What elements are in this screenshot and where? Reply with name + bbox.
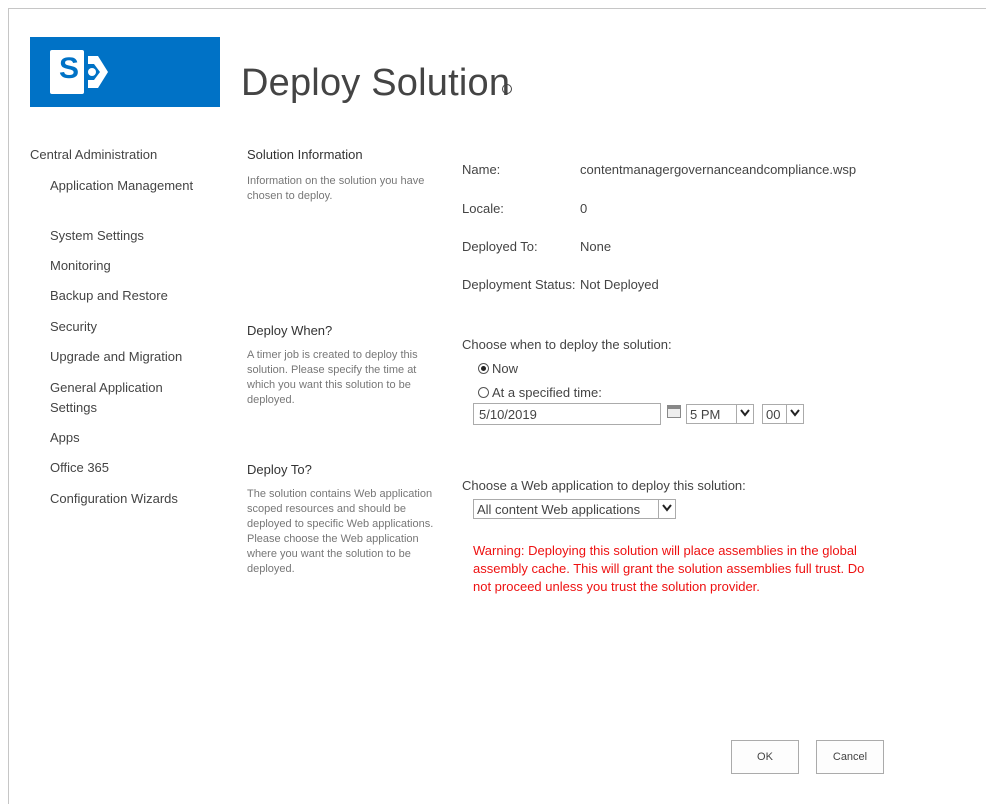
hour-select[interactable]: 5 PM [686, 404, 754, 424]
deployment-status-value: Not Deployed [580, 277, 659, 292]
locale-value: 0 [580, 201, 588, 216]
nav-item-monitoring[interactable]: Monitoring [50, 256, 210, 276]
nav-central-administration[interactable]: Central Administration [30, 147, 157, 162]
minute-select-value: 00 [766, 407, 781, 422]
radio-specified-time[interactable] [478, 387, 489, 398]
name-value: contentmanagergovernanceandcompliance.ws… [580, 162, 857, 177]
section-desc-deploy-when: A timer job is created to deploy this so… [247, 349, 418, 406]
nav-item-backup-and-restore[interactable]: Backup and Restore [50, 286, 210, 306]
minute-select[interactable]: 00 [762, 404, 804, 424]
locale-label: Locale: [462, 201, 504, 216]
nav-item-system-settings[interactable]: System Settings [50, 226, 210, 246]
name-label: Name: [462, 162, 501, 177]
section-title-deploy-to: Deploy To? [247, 462, 312, 477]
nav-item-general-application-settings[interactable]: General Application Settings [50, 378, 210, 418]
nav-item-upgrade-and-migration[interactable]: Upgrade and Migration [50, 347, 210, 367]
chevron-down-icon [736, 405, 753, 423]
hour-select-value: 5 PM [690, 407, 721, 422]
radio-specified-row[interactable]: At a specified time: [478, 385, 602, 400]
deployed-to-label: Deployed To: [462, 239, 538, 254]
radio-now[interactable] [478, 363, 489, 374]
info-icon[interactable]: i [502, 84, 512, 94]
nav-item-office-365[interactable]: Office 365 [50, 458, 210, 478]
deployed-to-value: None [580, 239, 612, 254]
radio-specified-label[interactable]: At a specified time: [492, 385, 602, 400]
sharepoint-logo[interactable]: S [30, 37, 220, 107]
trust-warning: Warning: Deploying this solution will pl… [473, 543, 865, 594]
cancel-button[interactable]: Cancel [816, 740, 884, 774]
web-application-select[interactable]: All content Web applications [473, 499, 676, 519]
radio-now-label[interactable]: Now [492, 361, 518, 376]
nav-item-apps[interactable]: Apps [50, 428, 210, 448]
section-desc-solution-information: Information on the solution you have cho… [247, 175, 425, 202]
nav-item-security[interactable]: Security [50, 317, 210, 337]
nav-item-application-management[interactable]: Application Management [50, 176, 210, 196]
section-title-solution-information: Solution Information [247, 147, 363, 162]
deploy-when-prompt: Choose when to deploy the solution: [462, 337, 672, 352]
section-title-deploy-when: Deploy When? [247, 323, 333, 338]
calendar-icon[interactable] [667, 405, 681, 418]
section-desc-deploy-to: The solution contains Web application sc… [247, 488, 434, 575]
chevron-down-icon [658, 500, 675, 518]
nav-item-configuration-wizards[interactable]: Configuration Wizards [50, 489, 210, 509]
logo-letter: S [59, 52, 80, 85]
ok-button[interactable]: OK [731, 740, 799, 774]
web-application-select-value: All content Web applications [477, 502, 641, 517]
page-title: Deploy Solution [241, 62, 511, 104]
deploy-to-prompt: Choose a Web application to deploy this … [462, 478, 746, 493]
radio-now-row[interactable]: Now [478, 361, 518, 376]
chevron-down-icon [786, 405, 803, 423]
date-input[interactable]: 5/10/2019 [473, 403, 661, 425]
deployment-status-label: Deployment Status: [462, 277, 576, 292]
